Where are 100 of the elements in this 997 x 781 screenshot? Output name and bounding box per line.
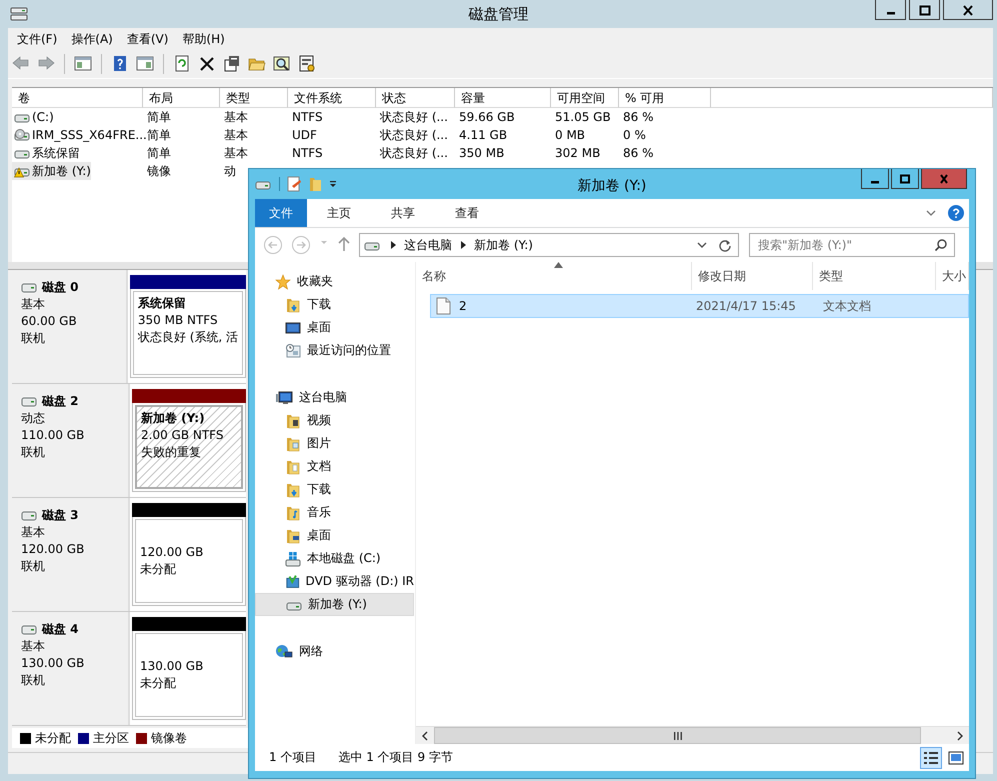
maximize-button[interactable]	[891, 169, 919, 189]
ribbon-tab[interactable]: 文件	[255, 199, 307, 227]
tree-item[interactable]: 桌面	[255, 524, 414, 547]
menu-item[interactable]: 文件(F)	[17, 30, 58, 48]
table-cell-text: UDF	[291, 127, 318, 144]
breadcrumb[interactable]: 这台电脑	[404, 236, 452, 254]
status-text: 选中 1 个项目 9 字节	[338, 749, 453, 766]
volume-name[interactable]: (C:)	[12, 108, 54, 126]
help-icon[interactable]	[111, 55, 129, 73]
disk-type: 基本	[21, 638, 46, 655]
minimize-button[interactable]	[875, 0, 906, 20]
file-name: 2	[459, 299, 467, 313]
tree-item[interactable]: 视频	[255, 409, 414, 432]
volume-name[interactable]: 新加卷 (Y:)	[12, 162, 91, 180]
volume-name[interactable]: 系统保留	[12, 144, 80, 162]
details-view-icon[interactable]	[920, 746, 942, 768]
tree-item[interactable]: DVD 驱动器 (D:) IR	[255, 570, 414, 593]
maximize-button[interactable]	[909, 0, 940, 20]
legend-label: 未分配	[35, 730, 71, 746]
grip-icon[interactable]	[672, 732, 682, 740]
legend-label: 主分区	[93, 730, 129, 746]
partition-name: 新加卷 (Y:)	[141, 410, 206, 427]
x-icon[interactable]	[198, 55, 216, 73]
partition-info: 120.00 GB	[140, 544, 204, 561]
column-header[interactable]: 修改日期	[692, 262, 813, 290]
refresh-icon[interactable]	[718, 238, 732, 252]
tree-item[interactable]: 文档	[255, 455, 414, 478]
minimize-button[interactable]	[861, 169, 889, 189]
partition-info: 130.00 GB	[140, 658, 204, 675]
dvd-drive-icon	[285, 574, 300, 590]
folder-icon	[285, 458, 301, 474]
disk-status: 联机	[21, 444, 46, 461]
ribbon-tab[interactable]: 主页	[307, 199, 371, 227]
panel-icon[interactable]	[136, 55, 154, 73]
table-cell-text: 镜像	[146, 163, 172, 180]
disk-name: 磁盘 3	[42, 507, 79, 524]
partition-block[interactable]: 系统保留 350 MB NTFS 状态良好 (系统, 活	[130, 289, 246, 378]
legend-label: 镜像卷	[151, 730, 187, 746]
tree-item[interactable]: 收藏夹	[255, 270, 414, 293]
disk-type: 基本	[21, 296, 46, 313]
menu-item[interactable]: 查看(V)	[126, 30, 168, 48]
table-cell-text: NTFS	[291, 145, 324, 162]
column-header[interactable]: % 可用	[619, 88, 711, 108]
star-icon	[275, 274, 291, 290]
magnifier-icon[interactable]	[273, 55, 291, 73]
address-bar[interactable]: 这台电脑 新加卷 (Y:)	[359, 233, 739, 257]
partition-info: 未分配	[140, 561, 177, 578]
column-header[interactable]: 布局	[143, 88, 220, 108]
tree-item[interactable]: 最近访问的位置	[255, 339, 414, 362]
tree-item[interactable]: 本地磁盘 (C:)	[255, 547, 414, 570]
maximize-icon[interactable]	[916, 2, 932, 16]
search-icon[interactable]	[934, 238, 948, 252]
maximize-icon[interactable]	[897, 172, 913, 186]
file-detail: 2021/4/17 15:45	[696, 299, 796, 313]
search-field[interactable]: 搜索"新加卷 (Y:)"	[749, 233, 955, 257]
tree-item[interactable]: 桌面	[255, 316, 414, 339]
menu-item[interactable]: 帮助(H)	[182, 30, 225, 48]
disk-status: 联机	[21, 558, 46, 575]
table-cell-text: 基本	[223, 109, 249, 126]
tree-item[interactable]: 音乐	[255, 501, 414, 524]
tree-item[interactable]: 这台电脑	[255, 386, 414, 409]
document-icon	[435, 297, 451, 315]
refresh-icon[interactable]	[173, 55, 191, 73]
breadcrumb-arrow-icon[interactable]	[458, 240, 468, 250]
tree-item[interactable]: 下载	[255, 478, 414, 501]
column-header[interactable]: 文件系统	[288, 88, 376, 108]
partition-block[interactable]: 130.00 GB 未分配	[132, 631, 246, 720]
table-cell-text: 状态良好 (...	[379, 127, 449, 144]
menu-item[interactable]: 操作(A)	[71, 30, 113, 48]
partition-block[interactable]: 120.00 GB 未分配	[132, 517, 246, 606]
close-button[interactable]	[943, 0, 993, 20]
column-header[interactable]: 可用空间	[551, 88, 619, 108]
column-header[interactable]: 类型	[220, 88, 288, 108]
column-header[interactable]: 名称	[416, 262, 692, 290]
tree-item[interactable]: 网络	[255, 640, 414, 663]
column-header[interactable]: 容量	[455, 88, 551, 108]
disk-name: 磁盘 4	[42, 621, 79, 638]
horizontal-scrollbar[interactable]	[416, 726, 969, 744]
table-cell-text: 350 MB	[458, 145, 506, 162]
column-header[interactable]: 卷	[12, 88, 143, 108]
computer-icon	[275, 390, 293, 406]
tree-item[interactable]: 新加卷 (Y:)	[255, 593, 414, 616]
breadcrumb-arrow-icon[interactable]	[388, 240, 398, 250]
column-header[interactable]: 大小	[936, 262, 969, 290]
panel-icon[interactable]	[74, 55, 92, 73]
disk-status: 联机	[21, 330, 46, 347]
disk-size: 60.00 GB	[21, 313, 78, 330]
help-icon[interactable]	[947, 204, 965, 222]
tree-item[interactable]: 下载	[255, 293, 414, 316]
partition-block[interactable]: 新加卷 (Y:) 2.00 GB NTFS 失败的重复	[132, 403, 246, 492]
volume-name[interactable]: IRM_SSS_X64FRE...	[12, 126, 147, 144]
table-cell-text: 86 %	[622, 145, 654, 162]
column-header[interactable]: 状态	[376, 88, 455, 108]
ribbon-tab[interactable]: 查看	[435, 199, 499, 227]
tree-item[interactable]: 图片	[255, 432, 414, 455]
column-header[interactable]: 类型	[813, 262, 936, 290]
file-row[interactable]: 2 2021/4/17 15:45 文本文档	[430, 294, 969, 318]
table-cell-text: 302 MB	[554, 145, 602, 162]
ribbon-tab[interactable]: 共享	[371, 199, 435, 227]
breadcrumb[interactable]: 新加卷 (Y:)	[474, 236, 533, 254]
